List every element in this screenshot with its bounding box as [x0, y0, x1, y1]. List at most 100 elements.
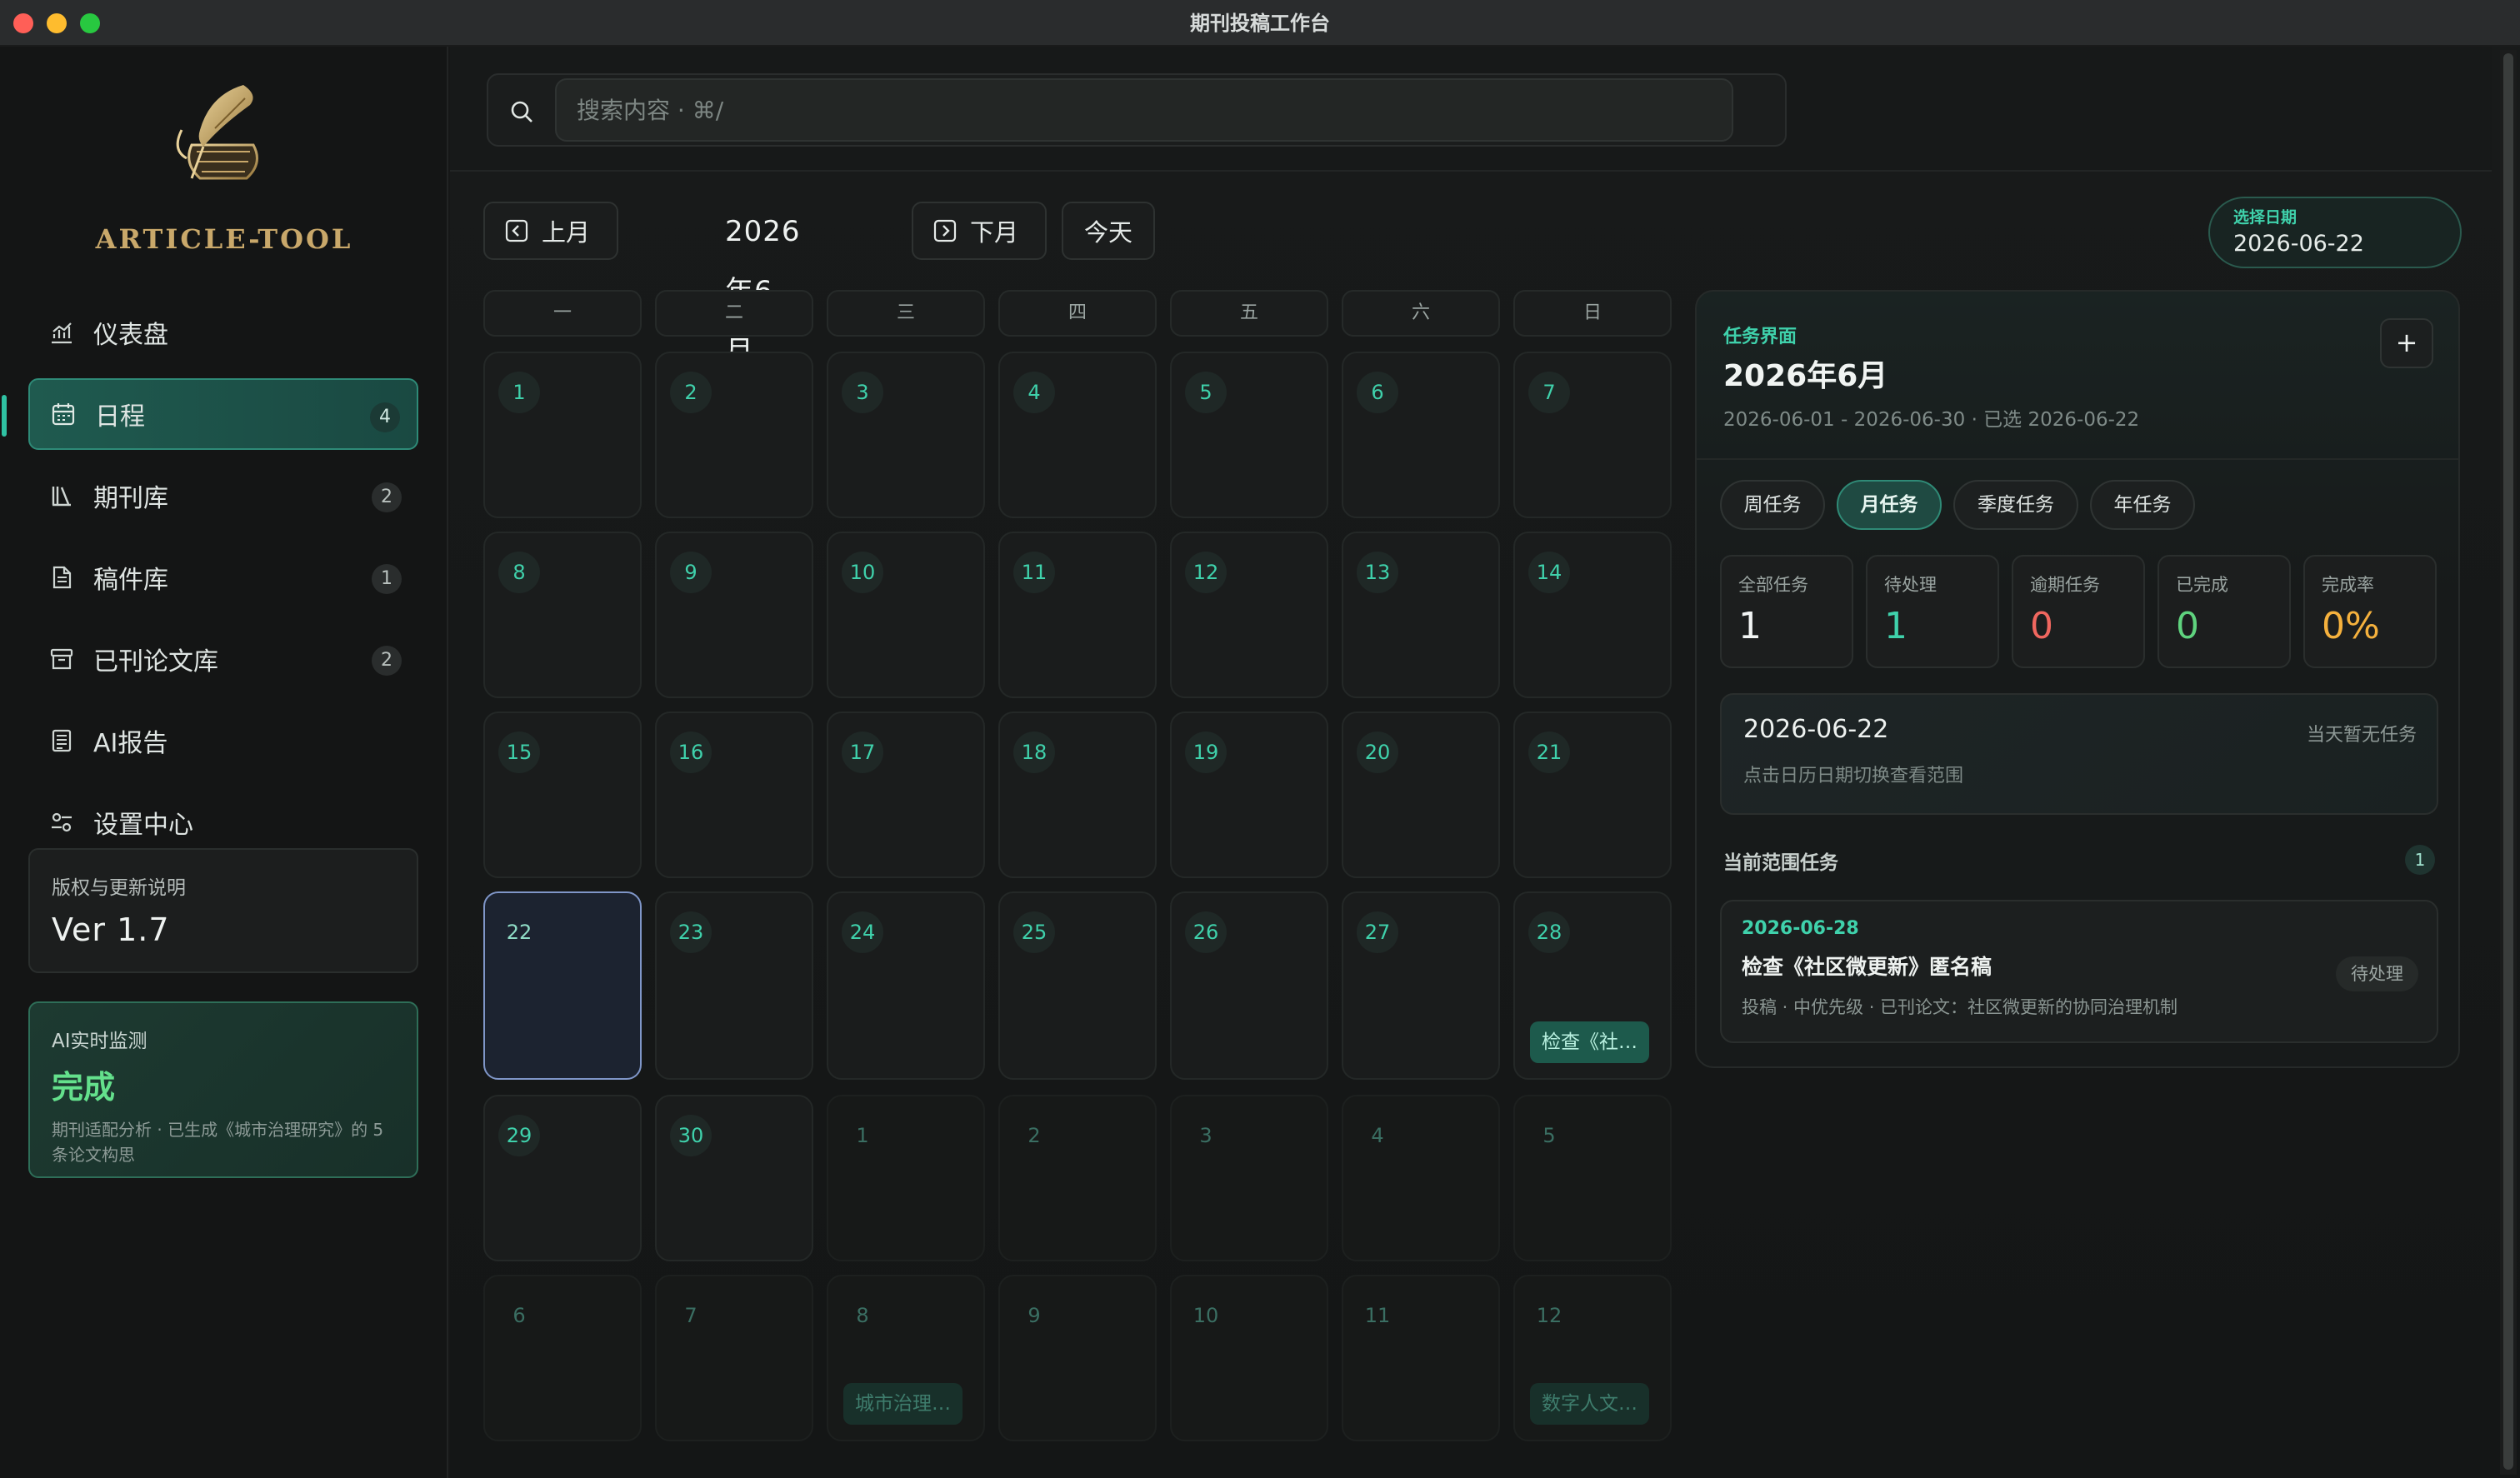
ai-monitor-title: AI实时监测: [52, 1031, 148, 1052]
sidebar-item-dashboard[interactable]: 仪表盘: [28, 297, 418, 368]
day-number: 5: [1185, 372, 1227, 413]
calendar-day[interactable]: 11: [998, 532, 1157, 698]
calendar-day[interactable]: 13: [1342, 532, 1500, 698]
calendar-day[interactable]: 3: [827, 352, 985, 518]
calendar-day[interactable]: 29: [483, 1095, 642, 1261]
calendar-icon: [50, 401, 77, 427]
calendar-day[interactable]: 12: [1170, 532, 1328, 698]
stat-label: 完成率: [2322, 575, 2374, 595]
sidebar-item-label: 已刊论文库: [93, 647, 218, 677]
range-tasks-heading: 当前范围任务: [1723, 852, 1838, 874]
day-number: 2: [670, 372, 712, 413]
panel-title: 2026年6月: [1723, 359, 1888, 393]
tab-week-tasks[interactable]: 周任务: [1720, 480, 1825, 530]
calendar-day[interactable]: 28 检查《社…: [1513, 891, 1672, 1080]
calendar-day[interactable]: 4: [998, 352, 1157, 518]
calendar-day[interactable]: 10: [1170, 1275, 1328, 1441]
calendar-event-chip[interactable]: 检查《社…: [1530, 1021, 1649, 1063]
app-logo: ARTICLE-TOOL: [0, 80, 448, 272]
day-number: 27: [1357, 911, 1398, 953]
calendar-event-chip[interactable]: 城市治理…: [843, 1383, 962, 1425]
stat-label: 逾期任务: [2030, 575, 2100, 595]
count-badge: 2: [372, 646, 402, 676]
calendar-day[interactable]: 24: [827, 891, 985, 1080]
calendar-day[interactable]: 18: [998, 712, 1157, 878]
calendar-day[interactable]: 16: [655, 712, 813, 878]
day-number: 14: [1528, 552, 1570, 593]
calendar-day[interactable]: 7: [655, 1275, 813, 1441]
day-number: 19: [1185, 732, 1227, 773]
day-number: 15: [498, 732, 540, 773]
calendar-day[interactable]: 7: [1513, 352, 1672, 518]
sidebar-item-ai-report[interactable]: AI报告: [28, 705, 418, 776]
task-card[interactable]: 2026-06-28 检查《社区微更新》匿名稿 投稿 · 中优先级 · 已刊论文…: [1720, 900, 2438, 1043]
tab-month-tasks[interactable]: 月任务: [1837, 480, 1942, 530]
calendar-day[interactable]: 8: [483, 532, 642, 698]
sidebar-item-journals[interactable]: 期刊库 2: [28, 460, 418, 532]
calendar-day[interactable]: 4: [1342, 1095, 1500, 1261]
calendar-day[interactable]: 9: [998, 1275, 1157, 1441]
scrollbar[interactable]: [2500, 50, 2517, 1475]
task-title: 检查《社区微更新》匿名稿: [1742, 955, 1992, 979]
version-card-title: 版权与更新说明: [52, 877, 186, 899]
task-date: 2026-06-28: [1742, 918, 1859, 939]
task-meta: 投稿 · 中优先级 · 已刊论文：社区微更新的协同治理机制: [1742, 997, 2178, 1017]
calendar-day[interactable]: 20: [1342, 712, 1500, 878]
calendar-day[interactable]: 23: [655, 891, 813, 1080]
day-number: 9: [670, 552, 712, 593]
calendar-day[interactable]: 6: [483, 1275, 642, 1441]
chart-icon: [48, 319, 75, 346]
calendar-day[interactable]: 26: [1170, 891, 1328, 1080]
version-card[interactable]: 版权与更新说明 Ver 1.7: [28, 848, 418, 973]
sidebar-item-manuscripts[interactable]: 稿件库 1: [28, 542, 418, 613]
tab-quarter-tasks[interactable]: 季度任务: [1953, 480, 2078, 530]
calendar-day[interactable]: 25: [998, 891, 1157, 1080]
calendar-day[interactable]: 1: [483, 352, 642, 518]
next-month-button[interactable]: 下月: [912, 202, 1047, 260]
calendar-day[interactable]: 6: [1342, 352, 1500, 518]
scrollbar-thumb[interactable]: [2503, 53, 2513, 1470]
day-number: 3: [1199, 1124, 1212, 1147]
calendar-day[interactable]: 5: [1513, 1095, 1672, 1261]
day-number: 13: [1357, 552, 1398, 593]
calendar-day[interactable]: 30: [655, 1095, 813, 1261]
calendar-day[interactable]: 11: [1342, 1275, 1500, 1441]
calendar-day[interactable]: 2: [655, 352, 813, 518]
add-task-button[interactable]: +: [2380, 318, 2433, 368]
calendar-day[interactable]: 15: [483, 712, 642, 878]
stat-all-tasks: 全部任务 1: [1720, 555, 1853, 668]
tab-year-tasks[interactable]: 年任务: [2090, 480, 2195, 530]
window-title: 期刊投稿工作台: [1190, 12, 1330, 35]
calendar-day[interactable]: 2: [998, 1095, 1157, 1261]
day-number: 5: [1542, 1124, 1556, 1147]
day-number: 12: [1185, 552, 1227, 593]
calendar-day[interactable]: 8 城市治理…: [827, 1275, 985, 1441]
calendar-day[interactable]: 3: [1170, 1095, 1328, 1261]
calendar-day[interactable]: 21: [1513, 712, 1672, 878]
day-number: 12: [1536, 1304, 1562, 1327]
calendar-day[interactable]: 19: [1170, 712, 1328, 878]
calendar-day[interactable]: 12 数字人文…: [1513, 1275, 1672, 1441]
ai-monitor-card[interactable]: AI实时监测 完成 期刊适配分析 · 已生成《城市治理研究》的 5 条论文构思: [28, 1001, 418, 1178]
weekday-label: 四: [998, 290, 1157, 337]
prev-month-button[interactable]: 上月: [483, 202, 618, 260]
calendar-day-selected[interactable]: 22: [483, 891, 642, 1080]
day-number: 6: [512, 1304, 526, 1327]
calendar-day[interactable]: 14: [1513, 532, 1672, 698]
day-number: 28: [1528, 911, 1570, 953]
sidebar-item-schedule[interactable]: 日程 4: [2, 378, 418, 450]
calendar-day[interactable]: 10: [827, 532, 985, 698]
day-number: 18: [1013, 732, 1055, 773]
date-picker[interactable]: 选择日期 2026-06-22: [2208, 197, 2462, 268]
today-button[interactable]: 今天: [1062, 202, 1155, 260]
calendar-day[interactable]: 17: [827, 712, 985, 878]
calendar-day[interactable]: 5: [1170, 352, 1328, 518]
date-picker-value: 2026-06-22: [2233, 231, 2364, 257]
calendar-event-chip[interactable]: 数字人文…: [1530, 1383, 1649, 1425]
sidebar-item-published[interactable]: 已刊论文库 2: [28, 623, 418, 695]
calendar-day[interactable]: 27: [1342, 891, 1500, 1080]
calendar-day[interactable]: 9: [655, 532, 813, 698]
search-input[interactable]: [555, 78, 1733, 142]
selected-day-hint: 点击日历日期切换查看范围: [1743, 766, 1964, 786]
calendar-day[interactable]: 1: [827, 1095, 985, 1261]
